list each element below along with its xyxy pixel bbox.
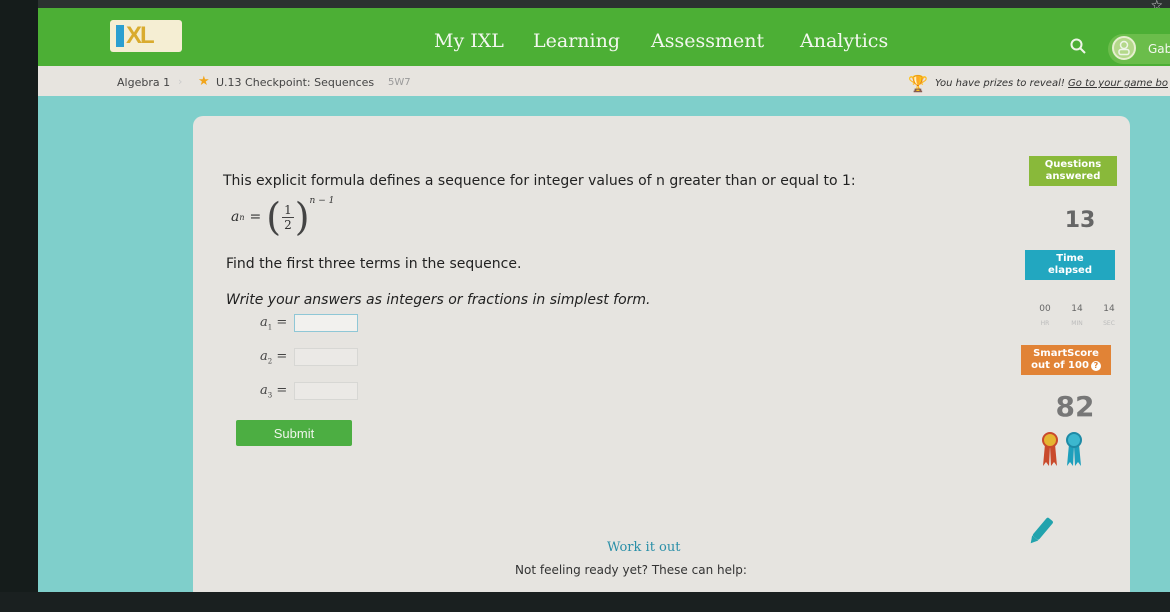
logo-text: XL — [126, 22, 155, 49]
smartscore-value: 82 — [1055, 390, 1095, 423]
answer-label-2: a2 = — [260, 348, 288, 366]
fraction-numerator: 1 — [282, 202, 294, 218]
breadcrumb-bar: Algebra 1 › ★ U.13 Checkpoint: Sequences… — [38, 66, 1170, 96]
avatar-icon — [1112, 36, 1136, 60]
time-label-2: elapsed — [1047, 265, 1092, 276]
answer-label-sub: 2 — [267, 357, 273, 366]
smartscore-out-of: out of 100 — [1031, 360, 1089, 371]
answer-label-var: a — [260, 348, 268, 364]
breadcrumb-skill: U.13 Checkpoint: Sequences — [216, 76, 375, 89]
elapsed-timer: 00 HR 14 MIN 14 SEC — [1035, 304, 1119, 327]
right-paren: ) — [294, 195, 310, 239]
monitor-bezel — [0, 592, 1170, 612]
nav-learning[interactable]: Learning — [533, 30, 620, 52]
formula-lhs: a — [231, 209, 240, 225]
browser-chrome — [38, 0, 1170, 8]
fraction-denominator: 2 — [284, 217, 292, 232]
gold-ribbon-icon — [1042, 432, 1058, 466]
answer-label-3: a3 = — [260, 382, 288, 400]
timer-unit: MIN — [1071, 320, 1083, 327]
game-board-link[interactable]: Go to your game bo — [1068, 78, 1168, 89]
questions-answered-count: 13 — [1064, 208, 1096, 233]
time-elapsed-badge: Time elapsed — [1025, 250, 1115, 280]
formula-equals: = — [249, 209, 262, 225]
answer-label-sub: 3 — [267, 391, 273, 400]
blue-ribbon-icon — [1066, 432, 1082, 466]
answer-label-var: a — [260, 314, 268, 330]
question-instruction: Write your answers as integers or fracti… — [226, 292, 651, 308]
timer-minutes: 14 MIN — [1067, 304, 1087, 327]
time-label-1: Time — [1056, 253, 1084, 264]
submit-button[interactable]: Submit — [236, 420, 352, 446]
question-intro: This explicit formula defines a sequence… — [223, 173, 856, 189]
questions-label-2: answered — [1045, 171, 1101, 182]
smartscore-label-2: out of 100? — [1021, 360, 1111, 372]
fraction: 1 2 — [282, 203, 294, 232]
help-resources-text: Not feeling ready yet? These can help: — [515, 563, 747, 577]
left-paren: ( — [266, 195, 282, 239]
prize-text: You have prizes to reveal! — [935, 78, 1069, 89]
questions-label-1: Questions — [1044, 159, 1102, 170]
questions-answered-badge: Questions answered — [1029, 156, 1117, 186]
star-icon: ★ — [198, 74, 210, 89]
logo-i-bar — [116, 25, 124, 47]
question-find: Find the first three terms in the sequen… — [226, 256, 522, 272]
formula-exponent: n − 1 — [309, 196, 335, 206]
browser-viewport: ☆ XL My IXL Learning Assessment Analytic… — [38, 0, 1170, 600]
answer-row-3: a3 = — [260, 382, 358, 400]
timer-value: 00 — [1039, 304, 1051, 314]
nav-analytics[interactable]: Analytics — [800, 30, 888, 52]
timer-seconds: 14 SEC — [1099, 304, 1119, 327]
breadcrumb-subject[interactable]: Algebra 1 — [117, 76, 170, 89]
smartscore-label-1: SmartScore — [1033, 348, 1099, 359]
user-menu[interactable]: Gab — [1108, 34, 1170, 64]
answer-label-sub: 1 — [267, 323, 273, 332]
top-navbar: XL My IXL Learning Assessment Analytics … — [38, 8, 1170, 74]
pencil-icon[interactable] — [1024, 514, 1058, 548]
timer-value: 14 — [1071, 304, 1083, 314]
breadcrumb-separator: › — [178, 75, 183, 88]
answer-row-2: a2 = — [260, 348, 358, 366]
awards — [1041, 432, 1083, 466]
ixl-logo[interactable]: XL — [110, 20, 182, 52]
answer-row-1: a1 = — [260, 314, 358, 332]
explicit-formula: an = ( 1 2 ) n − 1 — [231, 195, 335, 239]
answer-input-a2[interactable] — [294, 348, 358, 366]
trophy-icon: 🏆 — [908, 74, 928, 93]
smartscore-badge: SmartScore out of 100? — [1021, 345, 1111, 375]
answer-input-a3[interactable] — [294, 382, 358, 400]
timer-unit: SEC — [1103, 320, 1115, 327]
user-name: Gab — [1148, 42, 1170, 56]
search-icon[interactable] — [1070, 38, 1086, 54]
skill-code: 5W7 — [388, 77, 411, 88]
prize-message: You have prizes to reveal! Go to your ga… — [935, 78, 1168, 89]
nav-assessment[interactable]: Assessment — [651, 30, 764, 52]
answer-label-var: a — [260, 382, 268, 398]
answer-label-1: a1 = — [260, 314, 288, 332]
answer-input-a1[interactable] — [294, 314, 358, 332]
timer-hours: 00 HR — [1035, 304, 1055, 327]
timer-unit: HR — [1040, 320, 1050, 327]
nav-my-ixl[interactable]: My IXL — [434, 30, 504, 52]
timer-value: 14 — [1103, 304, 1115, 314]
work-it-out-heading: Work it out — [607, 540, 681, 555]
question-card: This explicit formula defines a sequence… — [193, 116, 1130, 600]
formula-lhs-sub: n — [239, 212, 245, 222]
help-icon[interactable]: ? — [1090, 361, 1101, 371]
